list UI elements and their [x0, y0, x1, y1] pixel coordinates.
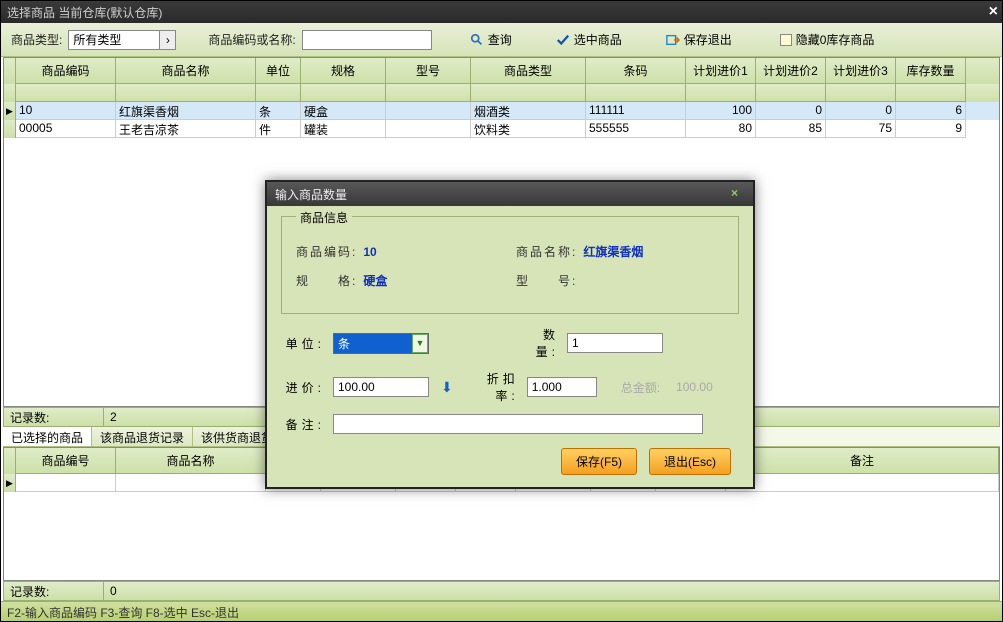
- name-key: 商品名称:: [516, 243, 577, 260]
- save-button[interactable]: 保存(F5): [561, 448, 637, 475]
- group-legend: 商品信息: [296, 209, 352, 226]
- code-key: 商品编码:: [296, 243, 357, 260]
- price-label: 进价:: [281, 379, 325, 396]
- query-button[interactable]: 查询: [464, 29, 518, 50]
- discount-label: 折扣率:: [465, 370, 519, 404]
- record-count-value: 2: [104, 408, 264, 426]
- status-bar: F2-输入商品编码 F3-查询 F8-选中 Esc-退出: [1, 601, 1002, 621]
- code-input[interactable]: [302, 30, 432, 50]
- titlebar: 选择商品 当前仓库(默认仓库) ×: [1, 1, 1002, 23]
- col-header[interactable]: 计划进价1: [686, 58, 756, 84]
- hide-zero-label: 隐藏0库存商品: [796, 31, 875, 48]
- total-label: 总金额:: [621, 379, 660, 396]
- total-value: 100.00: [676, 380, 713, 394]
- save-exit-label: 保存退出: [684, 31, 732, 48]
- quantity-dialog: 输入商品数量 × 商品信息 商品编码: 10 商品名称: 红旗渠香烟 规 格: …: [265, 180, 755, 489]
- spec-key: 规 格:: [296, 272, 357, 289]
- col-header[interactable]: 型号: [386, 58, 471, 84]
- col-header[interactable]: 商品类型: [471, 58, 586, 84]
- code-label: 商品编码或名称:: [208, 31, 295, 48]
- col-header[interactable]: 计划进价2: [756, 58, 826, 84]
- dialog-close-icon[interactable]: ×: [731, 186, 747, 202]
- col-header[interactable]: 商品编号: [16, 448, 116, 474]
- name-value: 红旗渠香烟: [583, 243, 643, 260]
- unit-label: 单位:: [281, 335, 325, 352]
- toolbar: 商品类型: › 商品编码或名称: 查询 选中商品 保存退出: [1, 23, 1002, 57]
- dialog-titlebar: 输入商品数量 ×: [267, 182, 753, 206]
- close-icon[interactable]: ×: [989, 3, 998, 21]
- remark-label: 备注:: [281, 416, 325, 433]
- remark-input[interactable]: [333, 414, 703, 434]
- col-header[interactable]: 商品名称: [116, 58, 256, 84]
- unit-select[interactable]: 条 ▼: [333, 333, 429, 354]
- tab-selected-products[interactable]: 已选择的商品: [3, 427, 92, 446]
- discount-input[interactable]: [527, 377, 597, 397]
- record-count2-value: 0: [104, 582, 264, 600]
- window-title: 选择商品 当前仓库(默认仓库): [7, 4, 162, 21]
- spec-value: 硬盒: [363, 272, 387, 289]
- type-label: 商品类型:: [11, 31, 62, 48]
- chevron-right-icon[interactable]: ›: [159, 31, 175, 49]
- arrow-down-icon[interactable]: ⬇: [441, 379, 453, 396]
- chevron-down-icon[interactable]: ▼: [412, 334, 428, 353]
- main-grid-header: 商品编码 商品名称 单位 规格 型号 商品类型 条码 计划进价1 计划进价2 计…: [4, 58, 999, 84]
- row-pointer-icon: ▶: [4, 102, 16, 120]
- checkbox-icon[interactable]: [780, 34, 792, 46]
- query-label: 查询: [488, 31, 512, 48]
- tab-return-history[interactable]: 该商品退货记录: [92, 427, 193, 446]
- col-header[interactable]: 计划进价3: [826, 58, 896, 84]
- filter-row: [4, 84, 999, 102]
- product-info-group: 商品信息 商品编码: 10 商品名称: 红旗渠香烟 规 格: 硬盒 型 号:: [281, 216, 739, 314]
- exit-button[interactable]: 退出(Esc): [649, 448, 731, 475]
- table-row[interactable]: ▶ 10 红旗渠香烟 条 硬盒 烟酒类 111111 100 0 0 6: [4, 102, 999, 120]
- record-count2-label: 记录数:: [4, 581, 104, 602]
- qty-input[interactable]: [567, 333, 663, 353]
- record-bar-2: 记录数: 0: [3, 581, 1000, 601]
- col-header[interactable]: 单位: [256, 58, 301, 84]
- record-count-label: 记录数:: [4, 407, 104, 428]
- model-key: 型 号:: [516, 272, 577, 289]
- col-header[interactable]: 规格: [301, 58, 386, 84]
- table-row[interactable]: 00005 王老吉凉茶 件 罐装 饮料类 555555 80 85 75 9: [4, 120, 999, 138]
- type-combo-input[interactable]: [69, 31, 159, 49]
- col-header[interactable]: 备注: [726, 448, 999, 474]
- price-input[interactable]: [333, 377, 429, 397]
- unit-value: 条: [334, 334, 412, 353]
- col-header[interactable]: 商品编码: [16, 58, 116, 84]
- type-combo[interactable]: ›: [68, 30, 176, 50]
- check-icon: [556, 33, 570, 47]
- row-indicator-header: [4, 58, 16, 84]
- save-exit-icon: [666, 33, 680, 47]
- selected-grid-body[interactable]: ▶ …: [4, 474, 999, 580]
- search-icon: [470, 33, 484, 47]
- hide-zero-check[interactable]: 隐藏0库存商品: [780, 31, 875, 48]
- col-header[interactable]: 库存数量: [896, 58, 966, 84]
- save-exit-button[interactable]: 保存退出: [660, 29, 738, 50]
- col-header[interactable]: 商品名称: [116, 448, 266, 474]
- select-label: 选中商品: [574, 31, 622, 48]
- dialog-title: 输入商品数量: [275, 186, 347, 203]
- col-header[interactable]: 条码: [586, 58, 686, 84]
- code-value: 10: [363, 245, 376, 259]
- qty-label: 数 量:: [505, 326, 559, 360]
- row-pointer-icon: ▶: [4, 474, 16, 492]
- select-button[interactable]: 选中商品: [550, 29, 628, 50]
